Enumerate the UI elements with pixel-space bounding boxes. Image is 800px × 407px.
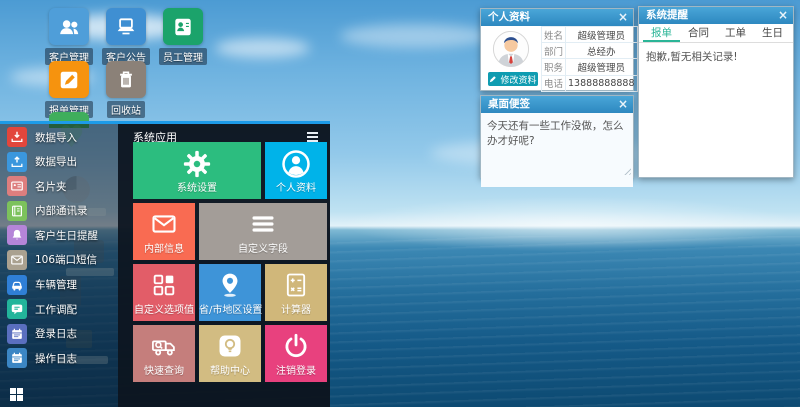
contacts-book-icon (7, 201, 27, 221)
tile-custom-options[interactable]: 自定义选项值 (133, 264, 195, 321)
desktop-icon-order-management[interactable]: 报单管理 (41, 61, 97, 118)
desktop-icon-customer-announcement[interactable]: 客户公告 (98, 8, 154, 65)
announcement-icon (106, 8, 146, 45)
table-row: 职务超级管理员 (542, 59, 638, 75)
trash-icon (106, 61, 146, 98)
windows-start-icon[interactable] (10, 388, 23, 401)
tile-custom-fields[interactable]: 自定义字段 (199, 203, 327, 260)
avatar (492, 30, 530, 72)
tile-grid: 系统设置 个人资料 内部信息 自定义字段 自定义选项值 省/市地区设置 (133, 142, 327, 382)
note-window-titlebar: 桌面便签 × (481, 96, 633, 113)
tile-help-center[interactable]: 帮助中心 (199, 325, 261, 382)
profile-table: 姓名超级管理员 部门总经办 职务超级管理员 电话13888888888 (541, 26, 638, 92)
reminder-empty-text: 抱歉,暂无相关记录! (639, 43, 793, 70)
edit-icon (49, 61, 89, 98)
calendar-icon (7, 348, 27, 368)
desktop-icon-label: 回收站 (107, 101, 145, 118)
profile-window: 个人资料 × 修改资料 姓名超级管理员 部门总经办 职务超级管理员 电话1388… (480, 8, 634, 91)
tab-contracts[interactable]: 合同 (680, 24, 717, 42)
window-title: 系统提醒 (646, 9, 688, 21)
sidebar-item-sms-port[interactable]: 106端口短信 (7, 250, 98, 270)
profile-window-body: 修改资料 姓名超级管理员 部门总经办 职务超级管理员 电话13888888888 (481, 26, 633, 91)
import-icon (7, 127, 27, 147)
tile-system-settings[interactable]: 系统设置 (133, 142, 261, 199)
close-icon[interactable]: × (618, 96, 628, 113)
close-icon[interactable]: × (618, 9, 628, 26)
calendar-icon (7, 324, 27, 344)
reminder-window: 系统提醒 × 报单 合同 工单 生日 抱歉,暂无相关记录! (638, 6, 794, 178)
desktop-icon-customer-management[interactable]: 客户管理 (41, 8, 97, 65)
tab-birthdays[interactable]: 生日 (754, 24, 791, 42)
table-row: 姓名超级管理员 (542, 27, 638, 43)
bell-icon (7, 225, 27, 245)
system-apps-panel: 系统应用 系统设置 个人资料 内部信息 自定义字段 自定义选项值 (118, 121, 330, 407)
card-icon (7, 176, 27, 196)
note-content[interactable]: 今天还有一些工作没做，怎么办才好呢? (481, 113, 633, 187)
window-title: 桌面便签 (488, 98, 530, 110)
users-icon (49, 8, 89, 45)
export-icon (7, 152, 27, 172)
sidebar-item-card-holder[interactable]: 名片夹 (7, 176, 98, 196)
tab-orders[interactable]: 报单 (643, 24, 680, 42)
desktop-icon-employee-management[interactable]: 员工管理 (155, 8, 211, 65)
window-title: 个人资料 (488, 11, 530, 23)
sidebar-item-vehicle-management[interactable]: 车辆管理 (7, 275, 98, 295)
employee-card-icon (163, 8, 203, 45)
sidebar-item-work-dispatch[interactable]: 工作调配 (7, 299, 98, 319)
mail-icon (7, 250, 27, 270)
tile-region-settings[interactable]: 省/市地区设置 (199, 264, 261, 321)
reminder-tabs: 报单 合同 工单 生日 (639, 24, 793, 43)
tile-internal-messages[interactable]: 内部信息 (133, 203, 195, 260)
cloud (215, 38, 310, 58)
edit-profile-button[interactable]: 修改资料 (488, 72, 538, 86)
sidebar-item-login-log[interactable]: 登录日志 (7, 324, 98, 344)
desktop-icon-recycle-bin[interactable]: 回收站 (98, 61, 154, 118)
profile-window-titlebar: 个人资料 × (481, 9, 633, 26)
sidebar: 数据导入 数据导出 名片夹 内部通讯录 客户生日提醒 106端口短信 车辆管理 (7, 127, 98, 368)
tile-calculator[interactable]: 计算器 (265, 264, 327, 321)
table-row: 部门总经办 (542, 43, 638, 59)
sidebar-item-internal-contacts[interactable]: 内部通讯录 (7, 201, 98, 221)
tile-logout[interactable]: 注销登录 (265, 325, 327, 382)
close-icon[interactable]: × (778, 7, 788, 24)
sidebar-item-data-import[interactable]: 数据导入 (7, 127, 98, 147)
tab-work-orders[interactable]: 工单 (717, 24, 754, 42)
desktop: 客户管理 客户公告 员工管理 报单管理 回收站 ♥ (0, 0, 800, 407)
tile-quick-search[interactable]: 快速查询 (133, 325, 195, 382)
desktop-icon-label: 员工管理 (159, 48, 207, 65)
cloud (340, 24, 490, 48)
sidebar-item-data-export[interactable]: 数据导出 (7, 152, 98, 172)
sidebar-item-operation-log[interactable]: 操作日志 (7, 348, 98, 368)
table-row: 电话13888888888 (542, 75, 638, 91)
chat-icon (7, 299, 27, 319)
reminder-window-titlebar: 系统提醒 × (639, 7, 793, 24)
note-window: 桌面便签 × 今天还有一些工作没做，怎么办才好呢? (480, 95, 634, 178)
car-icon (7, 275, 27, 295)
sidebar-item-customer-birthday[interactable]: 客户生日提醒 (7, 225, 98, 245)
tile-personal-profile[interactable]: 个人资料 (265, 142, 327, 199)
pencil-icon (489, 75, 497, 83)
